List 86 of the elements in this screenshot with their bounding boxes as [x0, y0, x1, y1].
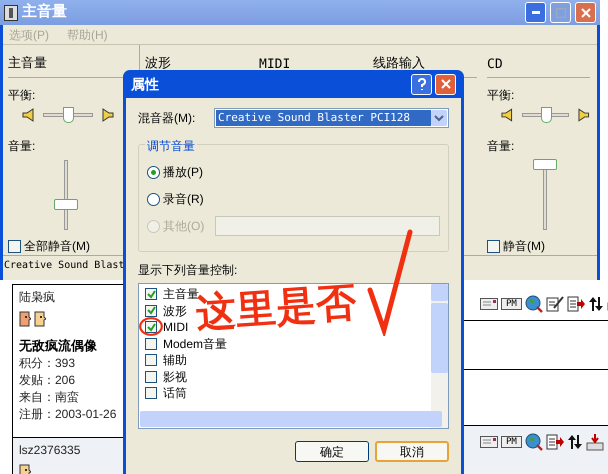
volume-slider[interactable]: [54, 159, 78, 231]
globe-search-icon: [524, 433, 543, 451]
radio-label: 其他(O): [163, 218, 204, 235]
balance-label: 平衡:: [487, 87, 516, 104]
checkbox[interactable]: [145, 304, 157, 317]
slider-thumb[interactable]: [54, 198, 78, 210]
user-stat: 注册：2003-01-26: [19, 407, 118, 422]
radio-label: 播放(P): [163, 164, 203, 181]
speaker-right-icon: [102, 107, 114, 123]
checkbox[interactable]: [145, 370, 157, 383]
radio-button[interactable]: [147, 192, 160, 206]
speaker-right-icon: [578, 107, 590, 123]
close-button[interactable]: [435, 74, 456, 94]
balance-label: 平衡:: [8, 87, 36, 104]
close-icon: [580, 8, 590, 18]
envelope-icon: [480, 436, 498, 448]
document-arrow-icon: [566, 296, 585, 312]
radio-label: 录音(R): [163, 191, 204, 208]
window-title: 主音量: [22, 2, 68, 22]
channel-name: CD: [487, 56, 504, 73]
author-name: lsz2376335: [19, 442, 82, 458]
envelope-icon: [480, 298, 498, 310]
list-item[interactable]: 话筒: [163, 386, 187, 400]
channel-name: 主音量: [8, 54, 48, 72]
globe-search-icon: [524, 295, 543, 313]
checkbox[interactable]: [145, 338, 157, 350]
app-icon: [4, 4, 18, 20]
list-item[interactable]: 波形: [163, 304, 187, 318]
face-icon: [19, 311, 31, 327]
face-icon: [34, 311, 46, 327]
author-name: 陆枭疯: [19, 289, 56, 305]
checkbox[interactable]: [145, 387, 157, 400]
field-label: 混音器(M):: [138, 110, 196, 127]
volume-label: 音量:: [487, 138, 516, 155]
checkbox[interactable]: [145, 354, 157, 366]
volume-slider[interactable]: [533, 159, 557, 231]
user-title: 无敌疯流偶像: [19, 337, 98, 354]
question-mark-icon: [416, 78, 426, 90]
speaker-left-icon: [22, 107, 34, 123]
checkbox-label: 静音(M): [503, 238, 545, 255]
mixer-dropdown[interactable]: Creative Sound Blaster PCI128: [214, 108, 449, 128]
list-label: 显示下列音量控制:: [138, 262, 238, 279]
speaker-left-icon: [501, 107, 513, 123]
channel-name: 波形: [145, 54, 172, 72]
pm-icon[interactable]: PM: [501, 298, 522, 310]
user-stat: 积分：393: [19, 356, 76, 371]
download-tray-icon: [586, 433, 604, 451]
up-down-arrows-icon: [588, 296, 604, 312]
pm-icon[interactable]: PM: [501, 436, 522, 448]
channel-name: 线路输入: [373, 54, 426, 72]
list-item[interactable]: 辅助: [163, 353, 187, 368]
radio-button[interactable]: [147, 166, 160, 178]
checkbox[interactable]: [145, 321, 157, 334]
close-icon: [440, 79, 450, 89]
list-item[interactable]: 影视: [163, 370, 187, 384]
balance-slider[interactable]: [40, 107, 96, 123]
list-item[interactable]: Modem音量: [163, 336, 228, 351]
up-down-arrows-icon: [566, 434, 583, 450]
checkbox[interactable]: [8, 240, 21, 252]
user-stat: 来自：南蛮: [19, 390, 80, 405]
checkbox-label: 全部静音(M): [24, 238, 90, 255]
dialog-button[interactable]: 确定: [295, 441, 369, 462]
checkbox[interactable]: [487, 240, 500, 252]
list-item[interactable]: MIDI: [163, 320, 188, 334]
circle-mark-drawing: [139, 317, 163, 336]
dialog-title: 属性: [131, 74, 160, 94]
dialog-button[interactable]: 取消: [375, 441, 449, 462]
volume-label: 音量:: [8, 138, 36, 155]
checkbox[interactable]: [145, 288, 157, 300]
list-item[interactable]: 主音量: [163, 287, 199, 302]
close-button[interactable]: [575, 2, 596, 23]
maximize-icon: [556, 8, 566, 18]
slider-thumb[interactable]: [62, 107, 74, 123]
slider-thumb[interactable]: [541, 107, 552, 123]
minimize-icon: [532, 11, 540, 14]
vertical-scrollbar[interactable]: [431, 284, 448, 428]
maximize-button[interactable]: [550, 2, 571, 23]
minimize-button[interactable]: [525, 2, 546, 23]
document-arrow-icon: [546, 434, 564, 450]
user-stat: 发贴：206: [19, 373, 76, 388]
horizontal-scrollbar[interactable]: [140, 411, 442, 427]
edit-icon: [546, 296, 564, 312]
slider-thumb[interactable]: [533, 159, 557, 170]
dropdown-value: Creative Sound Blaster PCI128: [216, 110, 431, 126]
help-button[interactable]: [411, 74, 432, 94]
channel-name: MIDI: [259, 56, 292, 73]
